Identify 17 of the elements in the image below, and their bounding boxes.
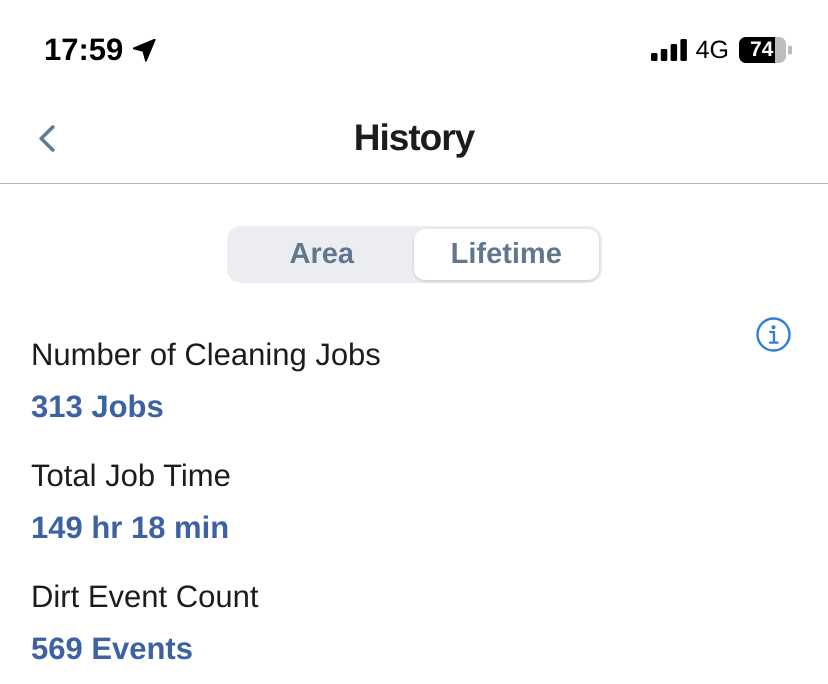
info-icon[interactable] bbox=[756, 317, 791, 352]
location-arrow-icon bbox=[133, 38, 156, 62]
battery-percentage: 74 bbox=[750, 39, 774, 61]
stat-value: 149 hr 18 min bbox=[31, 509, 230, 547]
segment-tab[interactable]: Area bbox=[230, 229, 414, 280]
page-title: History bbox=[354, 116, 474, 160]
stat-label: Number of Cleaning Jobs bbox=[31, 336, 381, 374]
stat-label: Total Job Time bbox=[31, 457, 231, 495]
battery-icon bbox=[739, 37, 792, 63]
stat-label: Dirt Event Count bbox=[31, 578, 258, 616]
signal-icon bbox=[650, 39, 687, 61]
segment-tab[interactable]: Lifetime bbox=[414, 229, 598, 280]
network-type: 4G bbox=[696, 36, 729, 64]
status-time: 17:59 bbox=[44, 32, 124, 68]
back-chevron-icon[interactable] bbox=[39, 124, 55, 152]
stat-value: 313 Jobs bbox=[31, 388, 164, 426]
stat-value: 569 Events bbox=[31, 630, 193, 668]
